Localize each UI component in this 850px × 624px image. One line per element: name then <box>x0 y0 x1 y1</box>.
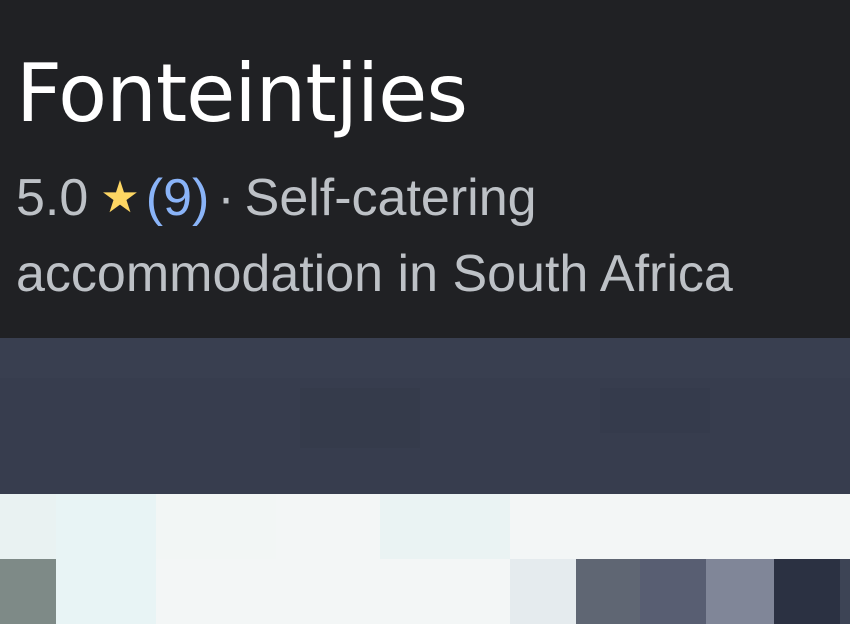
star-icon: ★ <box>100 173 140 222</box>
photo-pixelated[interactable] <box>0 494 850 624</box>
place-title: Fonteintjies <box>16 47 468 140</box>
rating-category-line: 5.0 ★ (9) · Self-catering <box>16 162 537 234</box>
rating-value: 5.0 <box>16 169 89 227</box>
review-count-link[interactable]: (9) <box>146 169 210 227</box>
place-header: Fonteintjies 5.0 ★ (9) · Self-catering accom… <box>0 0 850 338</box>
photo-strip-pixelated-top[interactable] <box>0 338 850 494</box>
category-text: Self-catering <box>244 169 537 227</box>
separator-dot: · <box>217 169 235 227</box>
category-text-continued: accommodation in South Africa <box>16 245 733 303</box>
